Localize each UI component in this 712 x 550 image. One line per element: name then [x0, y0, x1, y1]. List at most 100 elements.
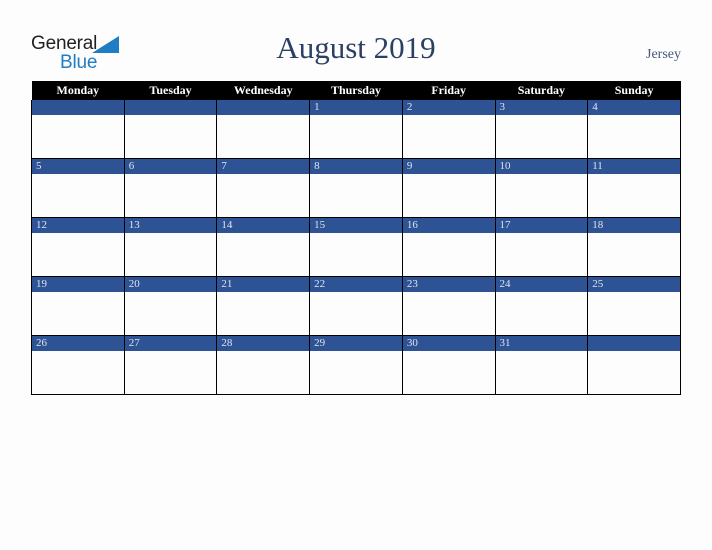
day-number: 23: [402, 277, 495, 292]
day-cell[interactable]: 17: [494, 217, 589, 277]
day-events-area[interactable]: [310, 115, 402, 158]
day-events-area[interactable]: [125, 292, 217, 335]
page-header: General Blue August 2019 Jersey: [0, 0, 712, 80]
day-events-area[interactable]: [125, 115, 217, 158]
day-events-area[interactable]: [588, 292, 680, 335]
region-label: Jersey: [646, 47, 681, 62]
day-events-area[interactable]: [217, 174, 309, 217]
day-number: 14: [217, 218, 310, 233]
day-events-area[interactable]: [32, 174, 124, 217]
day-cell[interactable]: 11: [587, 158, 681, 218]
day-number: 19: [32, 277, 124, 292]
day-cell[interactable]: 22: [309, 276, 403, 336]
day-events-area[interactable]: [403, 174, 495, 217]
day-cell[interactable]: 25: [587, 276, 681, 336]
day-cell[interactable]: 24: [494, 276, 589, 336]
day-events-area[interactable]: [217, 233, 309, 276]
day-events-area[interactable]: [125, 351, 217, 394]
day-cell[interactable]: 2: [401, 100, 496, 159]
day-cell[interactable]: 26: [31, 335, 125, 395]
day-number: 8: [310, 159, 402, 174]
day-cell[interactable]: [216, 100, 311, 159]
day-cell[interactable]: [587, 335, 681, 395]
day-events-area[interactable]: [217, 292, 309, 335]
day-number: [124, 100, 217, 115]
day-number: [217, 100, 310, 115]
day-events-area[interactable]: [496, 351, 588, 394]
day-events-area[interactable]: [496, 115, 588, 158]
day-events-area[interactable]: [588, 351, 680, 394]
day-cell[interactable]: 20: [123, 276, 218, 336]
day-number: 11: [588, 159, 680, 174]
day-events-area[interactable]: [403, 292, 495, 335]
day-events-area[interactable]: [496, 292, 588, 335]
calendar-body: 1 2 3 4 5 6 7 8 9 10 11 12 13 14 15 16 1…: [31, 100, 681, 395]
day-events-area[interactable]: [588, 233, 680, 276]
day-cell[interactable]: 27: [123, 335, 218, 395]
day-number: [32, 100, 124, 115]
day-cell[interactable]: 28: [216, 335, 311, 395]
day-events-area[interactable]: [217, 115, 309, 158]
day-cell[interactable]: 5: [31, 158, 125, 218]
day-number: [588, 336, 680, 351]
day-cell[interactable]: 3: [494, 100, 589, 159]
day-number: 7: [217, 159, 310, 174]
day-cell[interactable]: 31: [494, 335, 589, 395]
day-events-area[interactable]: [310, 351, 402, 394]
day-cell[interactable]: 23: [401, 276, 496, 336]
day-cell[interactable]: 15: [309, 217, 403, 277]
day-cell[interactable]: 10: [494, 158, 589, 218]
day-number: 5: [32, 159, 124, 174]
day-events-area[interactable]: [588, 174, 680, 217]
day-number: 28: [217, 336, 310, 351]
day-number: 9: [402, 159, 495, 174]
day-cell[interactable]: 13: [123, 217, 218, 277]
calendar-week-row: 26 27 28 29 30 31: [31, 335, 681, 395]
day-cell[interactable]: 21: [216, 276, 311, 336]
day-events-area[interactable]: [496, 233, 588, 276]
day-cell[interactable]: 6: [123, 158, 218, 218]
day-events-area[interactable]: [310, 174, 402, 217]
day-cell[interactable]: 29: [309, 335, 403, 395]
day-events-area[interactable]: [125, 233, 217, 276]
day-number: 21: [217, 277, 310, 292]
day-cell[interactable]: 8: [309, 158, 403, 218]
day-events-area[interactable]: [32, 233, 124, 276]
day-cell[interactable]: 7: [216, 158, 311, 218]
day-cell[interactable]: 1: [309, 100, 403, 159]
calendar-week-row: 1 2 3 4: [31, 100, 681, 159]
day-cell[interactable]: 9: [401, 158, 496, 218]
day-number: 4: [588, 100, 680, 115]
day-events-area[interactable]: [217, 351, 309, 394]
day-cell[interactable]: 30: [401, 335, 496, 395]
day-number: 29: [310, 336, 402, 351]
weekday-header-sunday: Sunday: [587, 81, 681, 100]
weekday-header-wednesday: Wednesday: [216, 81, 310, 100]
day-events-area[interactable]: [588, 115, 680, 158]
weekday-header-saturday: Saturday: [495, 81, 588, 100]
day-cell[interactable]: 14: [216, 217, 311, 277]
day-cell[interactable]: 19: [31, 276, 125, 336]
day-events-area[interactable]: [403, 351, 495, 394]
day-cell[interactable]: 4: [587, 100, 681, 159]
day-events-area[interactable]: [403, 233, 495, 276]
day-cell[interactable]: [31, 100, 125, 159]
calendar-week-row: 12 13 14 15 16 17 18: [31, 217, 681, 277]
day-cell[interactable]: 12: [31, 217, 125, 277]
calendar-week-row: 5 6 7 8 9 10 11: [31, 158, 681, 218]
day-events-area[interactable]: [125, 174, 217, 217]
day-cell[interactable]: 16: [401, 217, 496, 277]
day-number: 18: [588, 218, 680, 233]
calendar-week-row: 19 20 21 22 23 24 25: [31, 276, 681, 336]
day-events-area[interactable]: [32, 115, 124, 158]
day-cell[interactable]: 18: [587, 217, 681, 277]
day-number: 15: [310, 218, 402, 233]
day-events-area[interactable]: [32, 292, 124, 335]
day-events-area[interactable]: [496, 174, 588, 217]
day-events-area[interactable]: [310, 233, 402, 276]
day-cell[interactable]: [123, 100, 218, 159]
day-events-area[interactable]: [403, 115, 495, 158]
day-events-area[interactable]: [32, 351, 124, 394]
day-events-area[interactable]: [310, 292, 402, 335]
day-number: 31: [495, 336, 588, 351]
